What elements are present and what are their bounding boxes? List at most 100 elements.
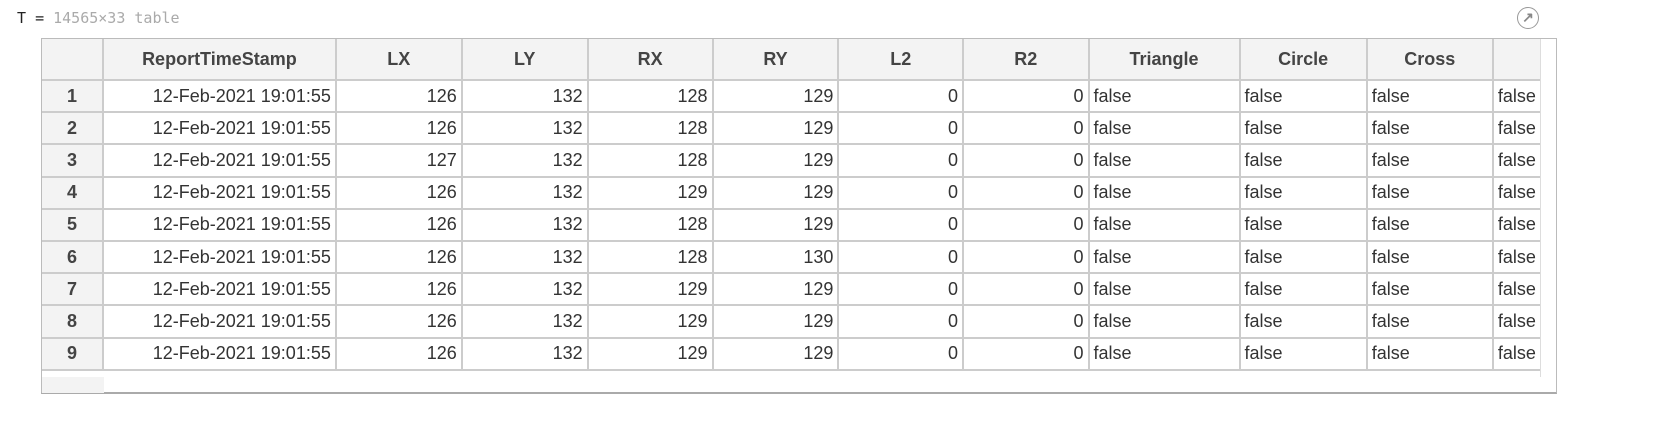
cell-lx[interactable]: 126 (334, 272, 463, 307)
cell-rx[interactable]: 129 (586, 272, 714, 307)
cell-partial[interactable]: false (1491, 336, 1542, 371)
cell-cross[interactable]: false (1365, 111, 1494, 146)
cell-reporttimestamp[interactable]: 12-Feb-2021 19:01:55 (101, 272, 337, 307)
cell-partial[interactable]: false (1491, 78, 1542, 114)
cell-ly[interactable]: 132 (460, 272, 589, 307)
cell-lx[interactable]: 126 (334, 111, 463, 146)
column-header-cross[interactable]: Cross (1365, 39, 1494, 81)
cell-circle[interactable]: false (1238, 304, 1368, 339)
cell-triangle[interactable]: false (1087, 175, 1241, 210)
cell-ry[interactable]: 129 (711, 304, 840, 339)
cell-l2[interactable]: 0 (837, 304, 964, 339)
cell-lx[interactable]: 126 (334, 78, 463, 114)
cell-cross[interactable]: false (1365, 272, 1494, 307)
row-number[interactable]: 2 (42, 111, 104, 146)
cell-rx[interactable]: 128 (586, 207, 714, 242)
cell-ly[interactable]: 132 (460, 175, 589, 210)
cell-l2[interactable]: 0 (837, 111, 964, 146)
cell-cross[interactable]: false (1365, 175, 1494, 210)
cell-circle[interactable]: false (1238, 272, 1368, 307)
cell-lx[interactable]: 126 (334, 175, 463, 210)
cell-reporttimestamp[interactable]: 12-Feb-2021 19:01:55 (101, 336, 337, 371)
cell-triangle[interactable]: false (1087, 272, 1241, 307)
cell-circle[interactable]: false (1238, 111, 1368, 146)
column-header-rx[interactable]: RX (586, 39, 714, 81)
cell-ry[interactable]: 129 (711, 78, 840, 114)
cell-r2[interactable]: 0 (961, 304, 1090, 339)
column-header-triangle[interactable]: Triangle (1087, 39, 1241, 81)
cell-circle[interactable]: false (1238, 239, 1368, 275)
cell-circle[interactable]: false (1238, 143, 1368, 178)
cell-reporttimestamp[interactable]: 12-Feb-2021 19:01:55 (101, 207, 337, 242)
open-in-variable-editor-icon[interactable]: ↗ (1517, 7, 1539, 29)
cell-ry[interactable]: 129 (711, 111, 840, 146)
cell-partial[interactable]: false (1491, 304, 1542, 339)
cell-lx[interactable]: 126 (334, 207, 463, 242)
cell-partial[interactable]: false (1491, 111, 1542, 146)
cell-circle[interactable]: false (1238, 207, 1368, 242)
cell-reporttimestamp[interactable]: 12-Feb-2021 19:01:55 (101, 143, 337, 178)
cell-partial[interactable]: false (1491, 207, 1542, 242)
cell-rx[interactable]: 129 (586, 336, 714, 371)
cell-partial[interactable]: false (1491, 272, 1542, 307)
cell-triangle[interactable]: false (1087, 207, 1241, 242)
cell-ry[interactable]: 129 (711, 207, 840, 242)
cell-l2[interactable]: 0 (837, 272, 964, 307)
cell-l2[interactable]: 0 (837, 143, 964, 178)
cell-partial[interactable]: false (1491, 143, 1542, 178)
column-header-ly[interactable]: LY (460, 39, 589, 81)
cell-reporttimestamp[interactable]: 12-Feb-2021 19:01:55 (101, 175, 337, 210)
cell-triangle[interactable]: false (1087, 78, 1241, 114)
vertical-scrollbar[interactable] (1540, 39, 1556, 377)
row-number[interactable]: 8 (42, 304, 104, 339)
cell-ry[interactable]: 129 (711, 175, 840, 210)
cell-r2[interactable]: 0 (961, 111, 1090, 146)
cell-triangle[interactable]: false (1087, 239, 1241, 275)
cell-circle[interactable]: false (1238, 78, 1368, 114)
cell-circle[interactable]: false (1238, 175, 1368, 210)
cell-ry[interactable]: 129 (711, 272, 840, 307)
cell-r2[interactable]: 0 (961, 175, 1090, 210)
cell-r2[interactable]: 0 (961, 207, 1090, 242)
row-number-header[interactable] (42, 39, 104, 81)
cell-reporttimestamp[interactable]: 12-Feb-2021 19:01:55 (101, 304, 337, 339)
cell-l2[interactable]: 0 (837, 175, 964, 210)
cell-lx[interactable]: 126 (334, 239, 463, 275)
row-number[interactable]: 3 (42, 143, 104, 178)
cell-ly[interactable]: 132 (460, 336, 589, 371)
cell-cross[interactable]: false (1365, 336, 1494, 371)
cell-ly[interactable]: 132 (460, 78, 589, 114)
row-number[interactable]: 4 (42, 175, 104, 210)
cell-lx[interactable]: 126 (334, 304, 463, 339)
cell-r2[interactable]: 0 (961, 272, 1090, 307)
cell-l2[interactable]: 0 (837, 78, 964, 114)
row-number[interactable]: 9 (42, 336, 104, 371)
column-header-partial[interactable] (1491, 39, 1542, 81)
column-header-circle[interactable]: Circle (1238, 39, 1368, 81)
cell-ly[interactable]: 132 (460, 304, 589, 339)
row-number[interactable]: 7 (42, 272, 104, 307)
cell-ly[interactable]: 132 (460, 207, 589, 242)
cell-cross[interactable]: false (1365, 239, 1494, 275)
cell-rx[interactable]: 128 (586, 143, 714, 178)
cell-ly[interactable]: 132 (460, 143, 589, 178)
cell-rx[interactable]: 128 (586, 78, 714, 114)
cell-l2[interactable]: 0 (837, 239, 964, 275)
cell-cross[interactable]: false (1365, 207, 1494, 242)
row-number[interactable]: 6 (42, 239, 104, 275)
cell-rx[interactable]: 128 (586, 111, 714, 146)
cell-cross[interactable]: false (1365, 143, 1494, 178)
cell-ly[interactable]: 132 (460, 239, 589, 275)
cell-lx[interactable]: 127 (334, 143, 463, 178)
row-number[interactable]: 5 (42, 207, 104, 242)
cell-rx[interactable]: 129 (586, 175, 714, 210)
cell-l2[interactable]: 0 (837, 207, 964, 242)
cell-triangle[interactable]: false (1087, 143, 1241, 178)
cell-r2[interactable]: 0 (961, 143, 1090, 178)
cell-cross[interactable]: false (1365, 78, 1494, 114)
cell-reporttimestamp[interactable]: 12-Feb-2021 19:01:55 (101, 78, 337, 114)
column-header-reporttimestamp[interactable]: ReportTimeStamp (101, 39, 337, 81)
cell-circle[interactable]: false (1238, 336, 1368, 371)
cell-r2[interactable]: 0 (961, 336, 1090, 371)
cell-l2[interactable]: 0 (837, 336, 964, 371)
